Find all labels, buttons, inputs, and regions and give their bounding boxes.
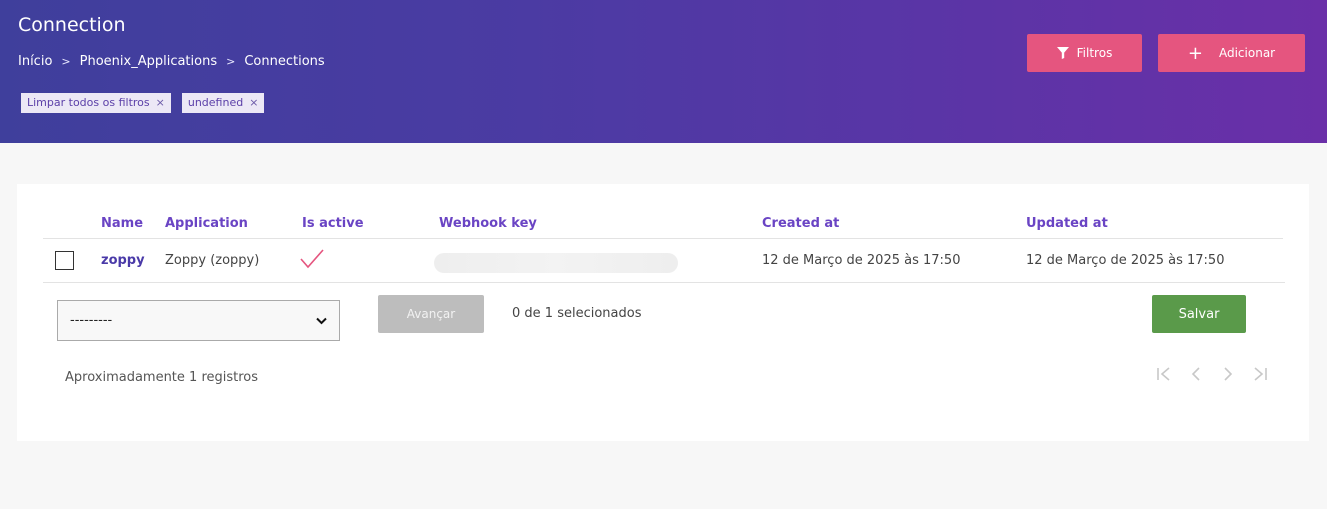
filter-icon bbox=[1056, 47, 1069, 59]
column-header-webhook-key[interactable]: Webhook key bbox=[439, 216, 537, 231]
column-header-updated-at[interactable]: Updated at bbox=[1026, 216, 1108, 231]
created-at-cell: 12 de Março de 2025 às 17:50 bbox=[762, 253, 961, 268]
first-page-icon[interactable] bbox=[1155, 364, 1173, 384]
breadcrumb-separator: > bbox=[61, 55, 71, 68]
chevron-down-icon bbox=[316, 317, 327, 324]
column-header-application[interactable]: Application bbox=[165, 216, 248, 231]
results-card: Name Application Is active Webhook key C… bbox=[17, 184, 1309, 441]
breadcrumb-item-connections: Connections bbox=[244, 54, 325, 69]
column-header-is-active[interactable]: Is active bbox=[302, 216, 364, 231]
page-title: Connection bbox=[18, 14, 126, 36]
check-icon bbox=[300, 249, 324, 269]
add-button-label: Adicionar bbox=[1218, 46, 1276, 60]
breadcrumb: Início > Phoenix_Applications > Connecti… bbox=[18, 54, 325, 69]
filters-button-label: Filtros bbox=[1076, 46, 1113, 60]
selected-count: 0 de 1 selecionados bbox=[512, 306, 642, 321]
column-header-created-at[interactable]: Created at bbox=[762, 216, 839, 231]
column-header-name[interactable]: Name bbox=[101, 216, 143, 231]
add-button[interactable]: + Adicionar bbox=[1158, 34, 1305, 72]
breadcrumb-item-phoenix-applications[interactable]: Phoenix_Applications bbox=[80, 54, 217, 69]
advance-button[interactable]: Avançar bbox=[378, 295, 484, 333]
table-header: Name Application Is active Webhook key C… bbox=[43, 206, 1283, 239]
chip-close-icon[interactable]: × bbox=[249, 93, 258, 113]
table-row: zoppy Zoppy (zoppy) 12 de Março de 2025 … bbox=[43, 240, 1285, 283]
updated-at-cell: 12 de Março de 2025 às 17:50 bbox=[1026, 253, 1225, 268]
breadcrumb-item-inicio[interactable]: Início bbox=[18, 54, 52, 69]
previous-page-icon[interactable] bbox=[1187, 364, 1205, 384]
bulk-action-select[interactable]: --------- bbox=[57, 300, 340, 341]
application-cell: Zoppy (zoppy) bbox=[165, 253, 260, 268]
chip-label: Limpar todos os filtros bbox=[27, 96, 150, 109]
chip-undefined[interactable]: undefined × bbox=[181, 93, 265, 113]
records-count: Aproximadamente 1 registros bbox=[65, 370, 259, 385]
plus-icon: + bbox=[1187, 42, 1203, 64]
filters-button[interactable]: Filtros bbox=[1027, 34, 1142, 72]
connection-name-link[interactable]: zoppy bbox=[101, 253, 145, 268]
last-page-icon[interactable] bbox=[1251, 364, 1269, 384]
row-checkbox[interactable] bbox=[55, 251, 74, 270]
page-header: Connection Início > Phoenix_Applications… bbox=[0, 0, 1327, 143]
next-page-icon[interactable] bbox=[1219, 364, 1237, 384]
bulk-action-select-value: --------- bbox=[70, 313, 113, 328]
filter-chips: Limpar todos os filtros × undefined × bbox=[21, 93, 265, 113]
chip-close-icon[interactable]: × bbox=[156, 93, 165, 113]
chip-clear-all-filters[interactable]: Limpar todos os filtros × bbox=[21, 93, 171, 113]
save-button[interactable]: Salvar bbox=[1152, 295, 1246, 333]
webhook-key-redacted bbox=[434, 253, 678, 273]
chip-label: undefined bbox=[187, 96, 244, 109]
pagination bbox=[1155, 364, 1269, 384]
breadcrumb-separator: > bbox=[226, 55, 236, 68]
